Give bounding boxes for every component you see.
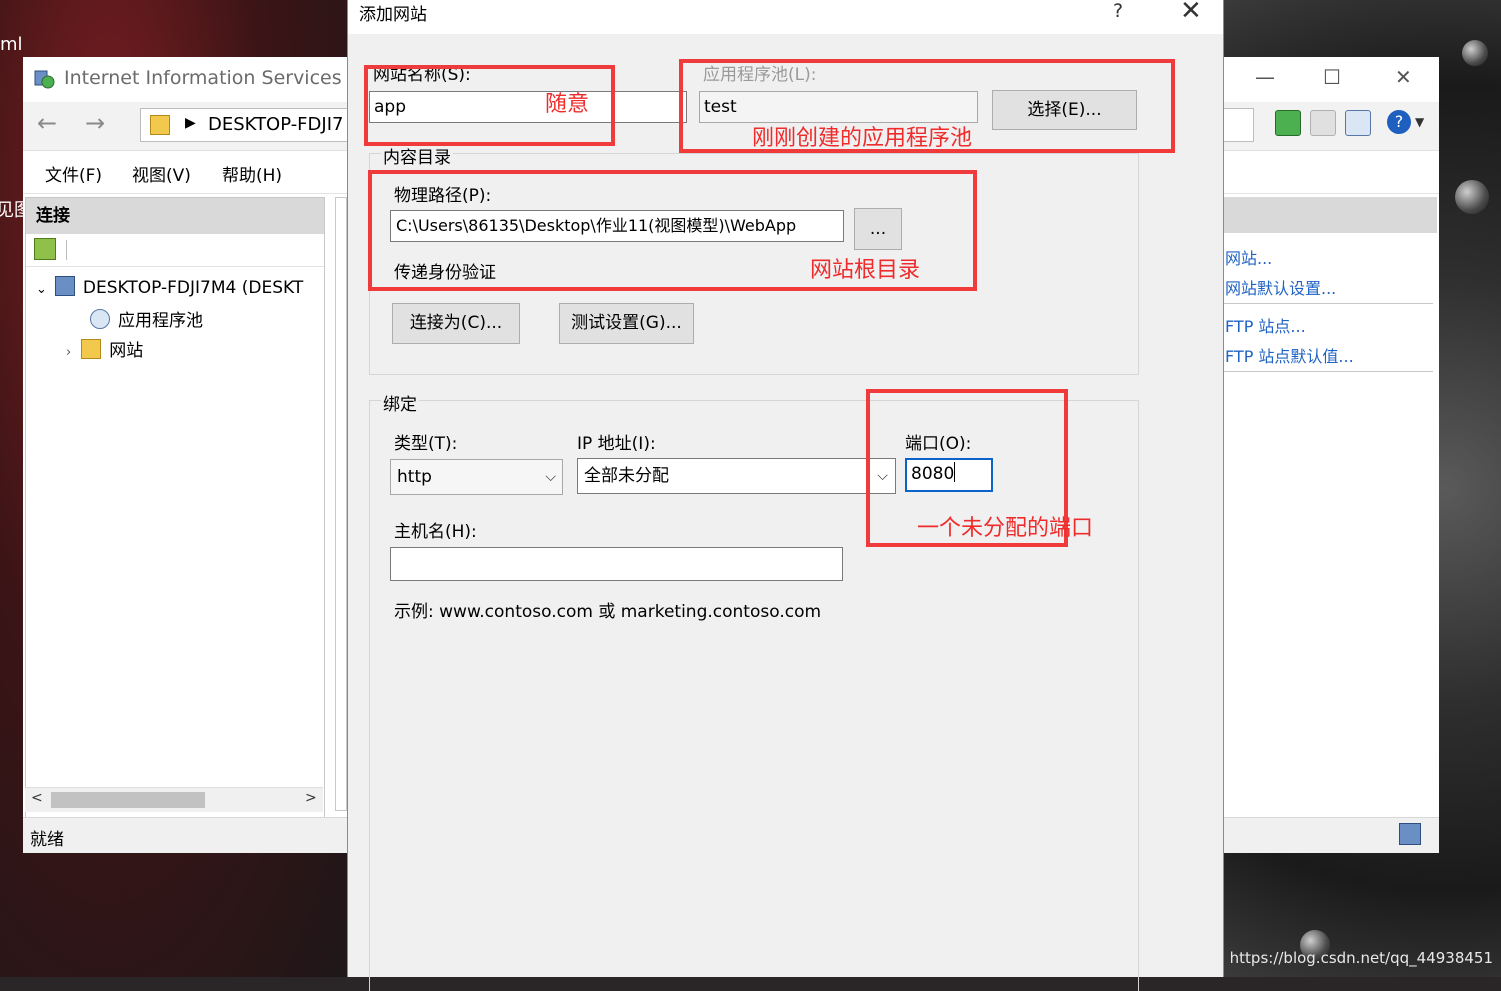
scroll-left-icon[interactable]: < — [31, 790, 43, 806]
minimize-button[interactable]: — — [1255, 65, 1275, 89]
close-button[interactable]: ✕ — [1395, 65, 1412, 89]
tree-app-pools-label: 应用程序池 — [118, 311, 203, 331]
scroll-right-icon[interactable]: > — [305, 790, 317, 806]
type-select[interactable]: http ⌵ — [390, 459, 563, 495]
dialog-titlebar: 添加网站 ? ✕ — [348, 0, 1223, 34]
close-button[interactable]: ✕ — [1180, 0, 1202, 26]
actions-panel: 网站... 网站默认设置... FTP 站点... FTP 站点默认值... — [1221, 197, 1437, 809]
sites-folder-icon — [81, 339, 102, 359]
chevron-down-icon[interactable]: ⌄ — [36, 282, 47, 297]
hostname-input[interactable] — [390, 547, 843, 581]
toolbar-separator — [66, 240, 67, 260]
menu-help[interactable]: 帮助(H) — [222, 161, 282, 186]
wallpaper-knob — [1462, 40, 1488, 66]
back-arrow-icon[interactable]: ← — [33, 108, 61, 138]
help-icon[interactable]: ? — [1387, 110, 1411, 134]
tree-server-label: DESKTOP-FDJI7M4 (DESKT — [82, 278, 304, 298]
network-status-icon — [1399, 823, 1421, 845]
iis-window-title: Internet Information Services (IIS) — [64, 67, 386, 89]
actions-header — [1221, 197, 1437, 233]
annotation-physical-path-note: 网站根目录 — [810, 258, 921, 283]
connections-panel: 连接 ⌄ DESKTOP-FDJI7M4 (DESKT 应用程序池 › 网站 — [25, 197, 325, 819]
type-label: 类型(T): — [394, 434, 458, 454]
address-text: DESKTOP-FDJI7 — [208, 114, 344, 135]
test-settings-button[interactable]: 测试设置(G)... — [559, 303, 694, 344]
home-icon[interactable] — [1345, 110, 1371, 136]
chevron-right-icon[interactable]: › — [66, 345, 71, 360]
tree-server-node[interactable]: ⌄ DESKTOP-FDJI7M4 (DESKT — [36, 276, 303, 298]
menu-view[interactable]: 视图(V) — [132, 161, 191, 186]
chevron-right-icon: ▶ — [185, 115, 196, 131]
server-icon — [54, 276, 75, 296]
actions-divider — [1221, 371, 1433, 372]
desktop-text-fragment: ml — [0, 34, 23, 55]
connections-horizontal-scrollbar[interactable]: < > — [25, 787, 323, 812]
ip-address-value: 全部未分配 — [584, 466, 669, 486]
action-ftp-defaults[interactable]: FTP 站点默认值... — [1225, 343, 1354, 367]
chevron-down-icon[interactable]: ⌵ — [545, 460, 556, 494]
actions-divider — [1221, 303, 1433, 304]
ip-address-label: IP 地址(I): — [577, 434, 656, 454]
maximize-button[interactable]: ☐ — [1323, 65, 1341, 89]
address-field[interactable]: ▶ DESKTOP-FDJI7 — [140, 108, 362, 142]
forward-arrow-icon[interactable]: → — [81, 108, 109, 138]
address-field-end[interactable] — [1223, 108, 1254, 142]
connections-toolbar — [26, 234, 324, 267]
menu-file[interactable]: 文件(F) — [45, 161, 102, 186]
action-add-ftp-site[interactable]: FTP 站点... — [1225, 313, 1306, 337]
connect-icon[interactable] — [34, 238, 56, 260]
connections-header: 连接 — [26, 198, 324, 234]
tree-sites-label: 网站 — [109, 341, 144, 361]
dialog-title: 添加网站 — [359, 5, 427, 25]
scrollbar-thumb[interactable] — [51, 792, 205, 808]
hostname-example-text: 示例: www.contoso.com 或 marketing.contoso.… — [394, 602, 822, 622]
annotation-port-note: 一个未分配的端口 — [917, 516, 1094, 541]
stop-icon[interactable] — [1310, 110, 1336, 136]
chevron-down-icon[interactable]: ▼ — [1415, 110, 1439, 134]
connect-as-button[interactable]: 连接为(C)... — [392, 303, 520, 344]
folder-icon — [150, 115, 170, 135]
action-website-defaults[interactable]: 网站默认设置... — [1225, 275, 1336, 299]
wallpaper-knob — [1455, 180, 1489, 214]
help-button[interactable]: ? — [1113, 0, 1123, 22]
tree-app-pools-node[interactable]: 应用程序池 — [90, 306, 203, 331]
annotation-app-pool-note: 刚刚创建的应用程序池 — [752, 126, 973, 151]
app-pool-icon — [90, 309, 110, 329]
type-select-value: http — [397, 467, 432, 487]
watermark-text: https://blog.csdn.net/qq_44938451 — [1229, 949, 1493, 967]
content-panel-edge — [335, 197, 347, 811]
content-directory-label: 内容目录 — [381, 143, 453, 168]
binding-label: 绑定 — [381, 390, 419, 415]
iis-app-icon — [34, 70, 55, 89]
hostname-label: 主机名(H): — [394, 522, 477, 542]
ip-address-select[interactable]: 全部未分配 — [577, 458, 870, 494]
annotation-site-name-note: 随意 — [545, 92, 590, 117]
refresh-icon[interactable] — [1275, 110, 1301, 136]
action-add-website[interactable]: 网站... — [1225, 245, 1272, 269]
tree-sites-node[interactable]: › 网站 — [66, 336, 143, 361]
status-text: 就绪 — [30, 830, 64, 850]
